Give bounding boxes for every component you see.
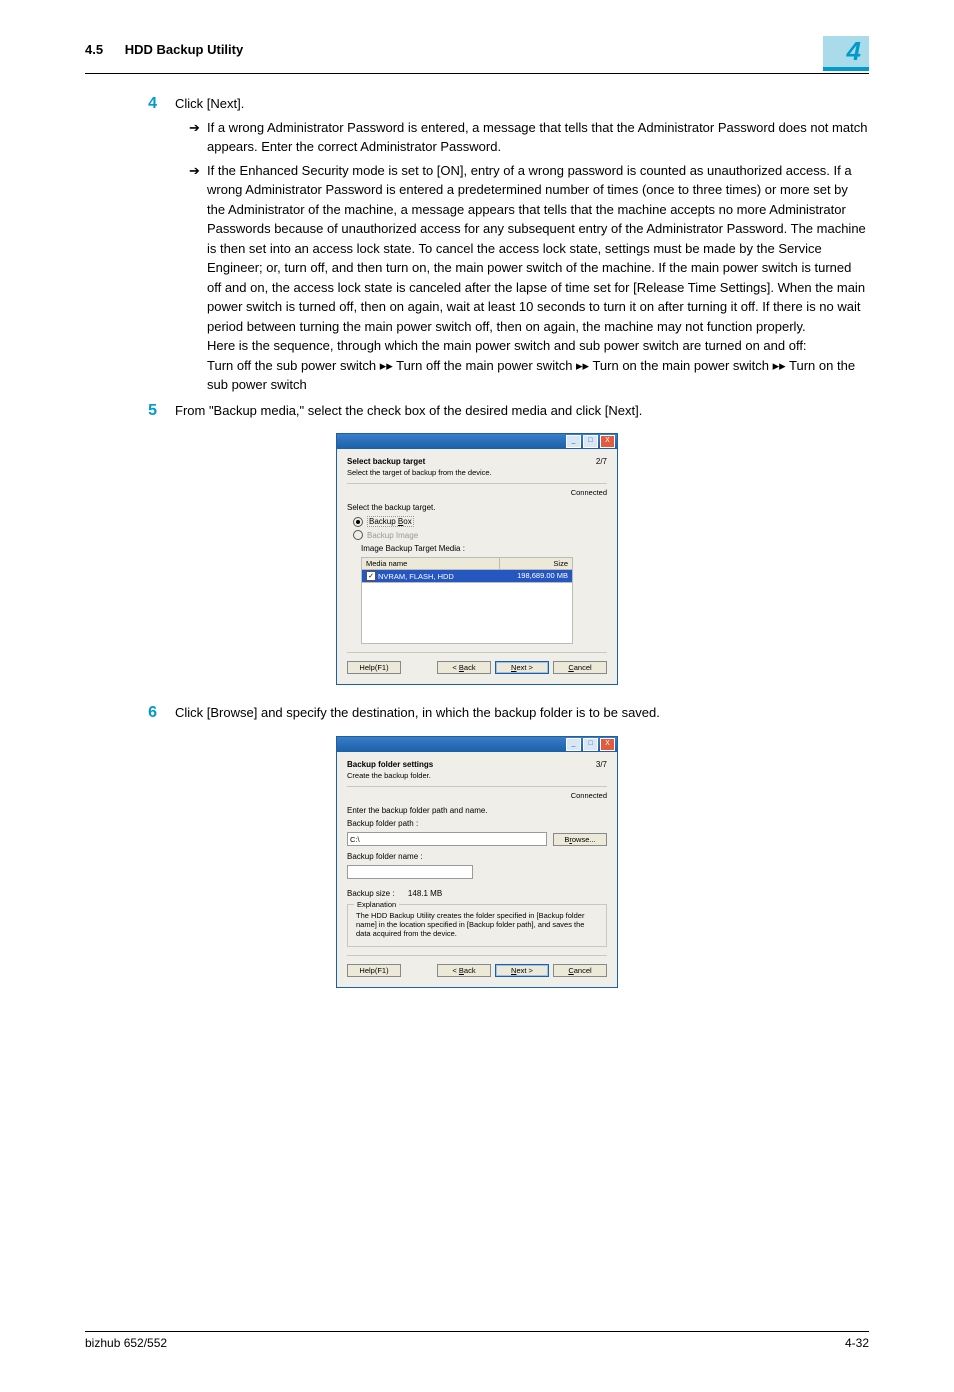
dialog-2-header: Backup folder settings Create the backup… <box>347 760 607 787</box>
step-4-bullet-2: If the Enhanced Security mode is set to … <box>189 161 869 395</box>
dialog-2-body: Backup folder settings Create the backup… <box>337 752 617 987</box>
dialog-1-subtitle: Select the target of backup from the dev… <box>347 468 492 477</box>
backup-folder-settings-dialog: _ □ X Backup folder settings Create the … <box>336 736 618 988</box>
footer-left: bizhub 652/552 <box>85 1336 167 1350</box>
nav-button-group: < Back Next > Cancel <box>437 661 607 674</box>
media-row-name: ✓ NVRAM, FLASH, HDD <box>362 570 499 582</box>
dialog-2-wrap: _ □ X Backup folder settings Create the … <box>85 736 869 988</box>
step-6: 6 Click [Browse] and specify the destina… <box>85 703 869 724</box>
radio-unchecked-icon <box>353 530 363 540</box>
step-5: 5 From "Backup media," select the check … <box>85 401 869 422</box>
media-name-text: NVRAM, FLASH, HDD <box>378 572 454 581</box>
dialog-2-title: Backup folder settings <box>347 760 433 769</box>
media-table-label: Image Backup Target Media : <box>361 544 607 553</box>
path-input[interactable]: C:\ <box>347 832 547 846</box>
page-header: 4.5 HDD Backup Utility 4 <box>85 42 869 74</box>
explanation-fieldset: Explanation The HDD Backup Utility creat… <box>347 904 607 947</box>
maximize-icon[interactable]: □ <box>583 435 598 448</box>
close-icon[interactable]: X <box>600 435 615 448</box>
step-4-bullet-2-text: If the Enhanced Security mode is set to … <box>207 161 869 395</box>
radio-backup-box[interactable]: Backup Box <box>353 516 607 527</box>
nav-button-group-2: < Back Next > Cancel <box>437 964 607 977</box>
step-4-bullet-2c: Turn off the sub power switch ▸▸ Turn of… <box>207 358 855 393</box>
browse-button[interactable]: Browse... <box>553 833 607 846</box>
step-4: 4 Click [Next]. If a wrong Administrator… <box>85 94 869 395</box>
dialog-1-buttons: Help(F1) < Back Next > Cancel <box>347 652 607 674</box>
minimize-icon[interactable]: _ <box>566 738 581 751</box>
back-button[interactable]: < Back <box>437 964 491 977</box>
dialog-2-subtitle: Create the backup folder. <box>347 771 433 780</box>
chapter-number: 4 <box>823 36 869 71</box>
step-5-text: From "Backup media," select the check bo… <box>175 401 869 422</box>
intro-label: Enter the backup folder path and name. <box>347 806 607 815</box>
name-label: Backup folder name : <box>347 852 607 861</box>
media-table-empty <box>361 583 573 644</box>
help-button[interactable]: Help(F1) <box>347 964 401 977</box>
radio-backup-image-label: Backup Image <box>367 531 418 540</box>
dialog-1-body: Select backup target Select the target o… <box>337 449 617 684</box>
media-row-size: 198,689.00 MB <box>499 570 572 582</box>
size-row: Backup size : 148.1 MB <box>347 889 607 898</box>
connected-label-2: Connected <box>347 791 607 800</box>
cancel-button[interactable]: Cancel <box>553 661 607 674</box>
connected-label: Connected <box>347 488 607 497</box>
arrow-icon <box>189 118 207 157</box>
path-row: C:\ Browse... <box>347 832 607 846</box>
explanation-text: The HDD Backup Utility creates the folde… <box>356 911 598 938</box>
col-size: Size <box>500 558 572 569</box>
step-4-bullet-1: If a wrong Administrator Password is ent… <box>189 118 869 157</box>
radio-backup-image[interactable]: Backup Image <box>353 530 607 540</box>
dialog-2-titlebar: _ □ X <box>337 737 617 752</box>
dialog-2-step: 3/7 <box>596 760 607 780</box>
select-target-label: Select the backup target. <box>347 503 607 512</box>
explanation-legend: Explanation <box>354 900 399 909</box>
select-backup-target-dialog: _ □ X Select backup target Select the ta… <box>336 433 618 685</box>
page-footer: bizhub 652/552 4-32 <box>85 1331 869 1350</box>
size-label: Backup size : <box>347 889 395 898</box>
dialog-1-header: Select backup target Select the target o… <box>347 457 607 484</box>
media-table-row[interactable]: ✓ NVRAM, FLASH, HDD 198,689.00 MB <box>361 570 573 583</box>
step-4-body: Click [Next]. If a wrong Administrator P… <box>175 94 869 395</box>
path-label: Backup folder path : <box>347 819 607 828</box>
next-button[interactable]: Next > <box>495 964 549 977</box>
arrow-icon <box>189 161 207 395</box>
close-icon[interactable]: X <box>600 738 615 751</box>
content-area: 4 Click [Next]. If a wrong Administrator… <box>85 94 869 988</box>
step-4-bullet-2a: If the Enhanced Security mode is set to … <box>207 163 866 334</box>
radio-checked-icon <box>353 517 363 527</box>
maximize-icon[interactable]: □ <box>583 738 598 751</box>
dialog-1-titlebar: _ □ X <box>337 434 617 449</box>
help-button[interactable]: Help(F1) <box>347 661 401 674</box>
dialog-1-step: 2/7 <box>596 457 607 477</box>
section-number: 4.5 <box>85 42 103 57</box>
step-4-bullet-1-text: If a wrong Administrator Password is ent… <box>207 118 869 157</box>
dialog-2-buttons: Help(F1) < Back Next > Cancel <box>347 955 607 977</box>
step-6-number: 6 <box>85 703 175 724</box>
size-value: 148.1 MB <box>408 889 442 898</box>
col-media-name: Media name <box>362 558 500 569</box>
dialog-1-title-block: Select backup target Select the target o… <box>347 457 492 477</box>
media-table-header: Media name Size <box>361 557 573 570</box>
step-4-text: Click [Next]. <box>175 96 244 111</box>
radio-backup-box-label: Backup Box <box>367 516 414 527</box>
dialog-1-wrap: _ □ X Select backup target Select the ta… <box>85 433 869 685</box>
checkbox-checked-icon[interactable]: ✓ <box>366 571 376 581</box>
next-button[interactable]: Next > <box>495 661 549 674</box>
minimize-icon[interactable]: _ <box>566 435 581 448</box>
section-title: HDD Backup Utility <box>125 42 243 57</box>
dialog-2-title-block: Backup folder settings Create the backup… <box>347 760 433 780</box>
cancel-button[interactable]: Cancel <box>553 964 607 977</box>
step-4-number: 4 <box>85 94 175 395</box>
step-6-text: Click [Browse] and specify the destinati… <box>175 703 869 724</box>
step-4-bullet-2b: Here is the sequence, through which the … <box>207 338 807 353</box>
name-input[interactable] <box>347 865 473 879</box>
dialog-1-title: Select backup target <box>347 457 492 466</box>
step-5-number: 5 <box>85 401 175 422</box>
back-button[interactable]: < Back <box>437 661 491 674</box>
footer-right: 4-32 <box>845 1336 869 1350</box>
header-left: 4.5 HDD Backup Utility <box>85 42 243 71</box>
